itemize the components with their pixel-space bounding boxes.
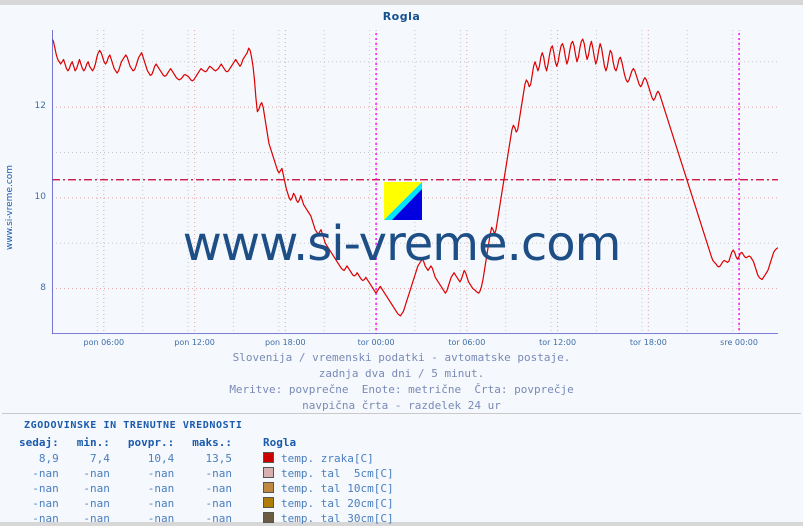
x-axis-tick-label: tor 12:00 — [539, 338, 577, 347]
y-axis-tick-label: 12 — [34, 101, 46, 112]
header-station: Rogla — [262, 436, 297, 449]
cell-povpr: -nan — [147, 482, 175, 495]
table-row: -nan -nan -nan -nan temp. tal 20cm[C] — [10, 496, 403, 511]
caption-line-4: navpična črta - razdelek 24 ur — [302, 399, 501, 412]
cell-maks: -nan — [205, 497, 232, 510]
weather-chart-page: Rogla www.si-vreme.com 8 10 12 pon 06:00 po… — [0, 0, 803, 525]
cell-povpr: 10,4 — [147, 452, 175, 465]
temperature-line-chart — [52, 30, 778, 334]
plot-area — [52, 30, 778, 334]
legend-label: temp. tal 20cm[C] — [280, 497, 394, 510]
x-axis-tick-label: pon 06:00 — [83, 338, 125, 347]
legend-color-swatch-icon — [262, 497, 274, 508]
cell-sedaj: -nan — [32, 482, 59, 495]
cell-min: -nan — [83, 482, 110, 495]
legend-color-swatch-icon — [262, 452, 274, 463]
x-axis-tick-label: tor 18:00 — [629, 338, 667, 347]
legend-label: temp. tal 5cm[C] — [280, 467, 394, 480]
x-axis-tick-label: tor 06:00 — [448, 338, 486, 347]
cell-sedaj: -nan — [32, 497, 59, 510]
legend-label: temp. tal 30cm[C] — [280, 512, 394, 525]
table-row: -nan -nan -nan -nan temp. tal 30cm[C] — [10, 511, 403, 526]
caption-line-3: Meritve: povprečne Enote: metrične Črta:… — [229, 383, 574, 396]
cell-min: -nan — [83, 467, 110, 480]
header-min: min.: — [76, 436, 110, 449]
cell-min: -nan — [83, 497, 110, 510]
values-table-title: ZGODOVINSKE IN TRENUTNE VREDNOSTI — [24, 420, 243, 431]
legend-label: temp. zraka[C] — [280, 452, 374, 465]
legend-entry: temp. tal 30cm[C] — [241, 511, 403, 526]
y-axis-tick-label: 10 — [34, 191, 46, 202]
y-axis-tick-label: 8 — [40, 282, 46, 293]
x-axis-tick-label: tor 00:00 — [357, 338, 395, 347]
cell-min: -nan — [83, 512, 110, 525]
cell-sedaj: 8,9 — [38, 452, 59, 465]
cell-sedaj: -nan — [32, 467, 59, 480]
table-row: 8,9 7,4 10,4 13,5 temp. zraka[C] — [10, 451, 403, 466]
cell-maks: -nan — [205, 482, 232, 495]
legend-entry: temp. tal 20cm[C] — [241, 496, 403, 511]
caption-line-1: Slovenija / vremenski podatki - avtomats… — [232, 351, 571, 364]
legend-label: temp. tal 10cm[C] — [280, 482, 394, 495]
table-header-row: sedaj: min.: povpr.: maks.: Rogla — [10, 436, 403, 451]
header-maks: maks.: — [192, 436, 232, 449]
cell-min: 7,4 — [90, 452, 110, 465]
cell-povpr: -nan — [147, 497, 175, 510]
cell-maks: 13,5 — [205, 452, 232, 465]
header-povpr: povpr.: — [127, 436, 175, 449]
x-axis-tick-label: pon 12:00 — [174, 338, 215, 347]
cell-povpr: -nan — [147, 512, 175, 525]
legend-entry: temp. tal 5cm[C] — [241, 466, 403, 481]
table-row: -nan -nan -nan -nan temp. tal 10cm[C] — [10, 481, 403, 496]
chart-panel: Rogla www.si-vreme.com 8 10 12 pon 06:00 po… — [2, 5, 801, 413]
legend-entry: temp. tal 10cm[C] — [241, 481, 403, 496]
values-table: sedaj: min.: povpr.: maks.: Rogla 8,9 7,4… — [10, 436, 403, 526]
cell-povpr: -nan — [147, 467, 175, 480]
chart-caption: Slovenija / vremenski podatki - avtomats… — [2, 350, 801, 414]
caption-line-2: zadnja dva dni / 5 minut. — [318, 367, 485, 380]
table-row: -nan -nan -nan -nan temp. tal 5cm[C] — [10, 466, 403, 481]
cell-maks: -nan — [205, 512, 232, 525]
values-table-panel: ZGODOVINSKE IN TRENUTNE VREDNOSTI sedaj:… — [2, 413, 801, 525]
x-axis-tick-label: sre 00:00 — [720, 338, 758, 347]
site-watermark-vertical-label: www.si-vreme.com — [5, 164, 15, 250]
legend-entry: temp. zraka[C] — [241, 451, 403, 466]
legend-color-swatch-icon — [262, 467, 274, 478]
page-title: Rogla — [382, 10, 421, 23]
x-axis-tick-label: pon 18:00 — [265, 338, 306, 347]
legend-color-swatch-icon — [262, 512, 274, 523]
cell-sedaj: -nan — [32, 512, 59, 525]
cell-maks: -nan — [205, 467, 232, 480]
legend-color-swatch-icon — [262, 482, 274, 493]
header-sedaj: sedaj: — [19, 436, 59, 449]
